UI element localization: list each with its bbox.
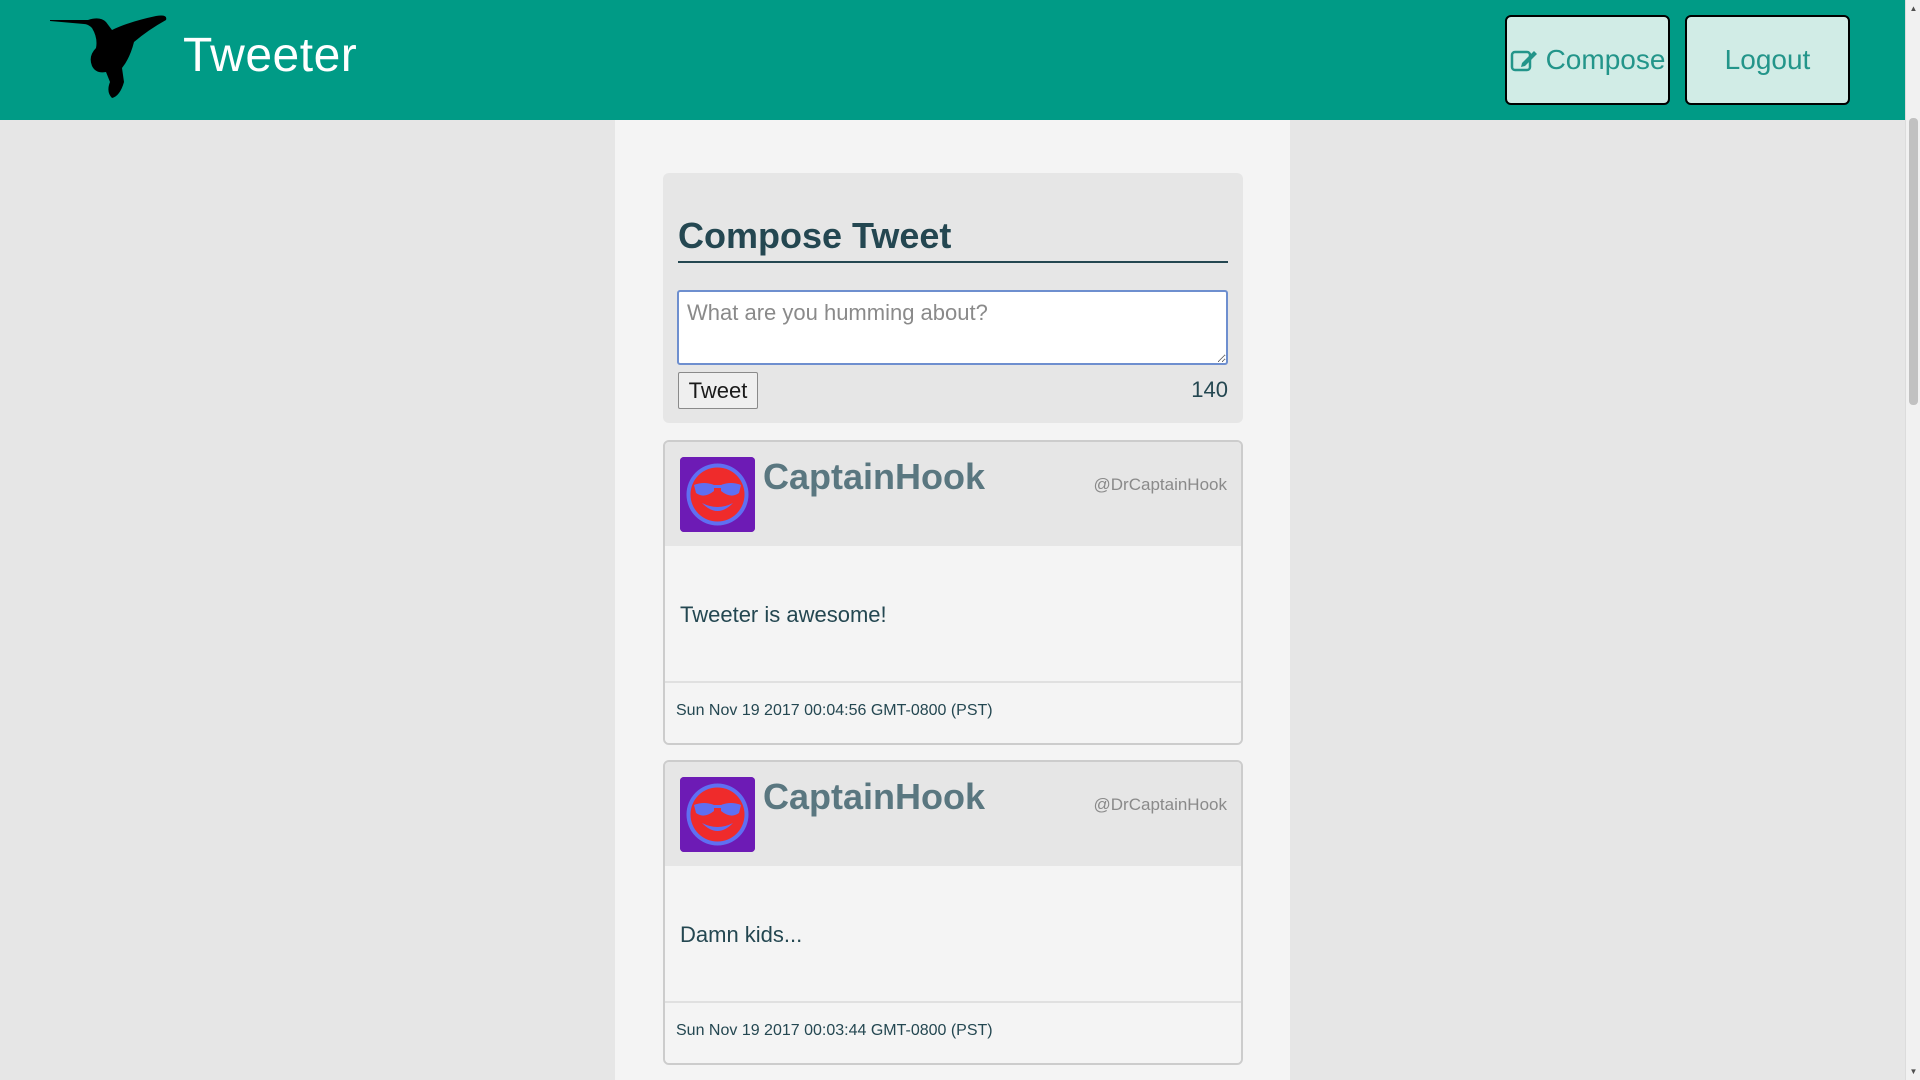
tweet-footer: Sun Nov 19 2017 00:04:56 GMT-0800 (PST) [665, 681, 1241, 743]
tweet-date: Sun Nov 19 2017 00:03:44 GMT-0800 (PST) [676, 1022, 993, 1039]
tweet-header: CaptainHook @DrCaptainHook [665, 442, 1241, 546]
scroll-thumb[interactable] [1909, 118, 1918, 405]
brand-title[interactable]: Tweeter [183, 28, 357, 83]
tweet-author-handle: @DrCaptainHook [1093, 475, 1227, 494]
tweet-author-name: CaptainHook [763, 776, 986, 817]
tweet-input[interactable] [677, 290, 1228, 365]
compose-button-label: Compose [1545, 44, 1666, 75]
tweet-footer: Sun Nov 19 2017 00:03:44 GMT-0800 (PST) [665, 1001, 1241, 1063]
tweet-button[interactable]: Tweet [678, 372, 758, 409]
page-scrollbar[interactable]: ▲ ▼ [1905, 0, 1920, 1080]
char-counter: 140 [1191, 377, 1228, 402]
tweet-card: CaptainHook @DrCaptainHook Damn kids... … [663, 760, 1243, 1065]
tweet-date: Sun Nov 19 2017 00:04:56 GMT-0800 (PST) [676, 702, 993, 719]
tweet-header: CaptainHook @DrCaptainHook [665, 762, 1241, 866]
hummingbird-logo-icon [50, 15, 167, 98]
smiley-sunglasses-avatar-icon [680, 777, 755, 852]
tweet-author-name: CaptainHook [763, 456, 986, 497]
compose-button[interactable]: Compose [1505, 15, 1670, 105]
top-navbar: Tweeter Compose Logout [0, 0, 1905, 120]
compose-section: Compose Tweet Tweet 140 [663, 173, 1243, 423]
scroll-down-icon[interactable]: ▼ [1906, 1063, 1920, 1080]
logout-button[interactable]: Logout [1685, 15, 1850, 105]
compose-title: Compose Tweet [678, 215, 1228, 263]
tweet-card: CaptainHook @DrCaptainHook Tweeter is aw… [663, 440, 1243, 745]
logout-button-label: Logout [1724, 44, 1811, 75]
smiley-sunglasses-avatar-icon [680, 457, 755, 532]
edit-icon [1510, 50, 1537, 72]
tweet-body: Damn kids... [680, 922, 803, 947]
main-column: Compose Tweet Tweet 140 CaptainHook @DrC… [615, 120, 1290, 1080]
tweet-author-handle: @DrCaptainHook [1093, 795, 1227, 814]
scroll-up-icon[interactable]: ▲ [1906, 0, 1920, 17]
tweet-body: Tweeter is awesome! [680, 602, 887, 627]
